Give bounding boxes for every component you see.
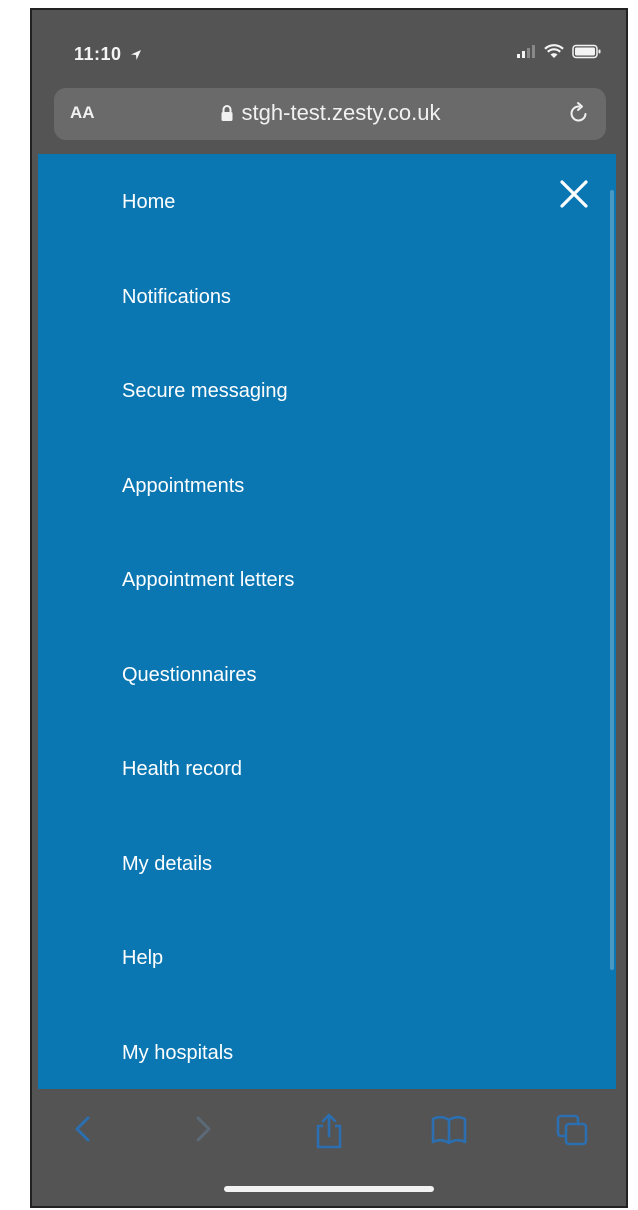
reload-icon[interactable] (566, 100, 592, 126)
status-time: 11:10 (74, 44, 142, 65)
menu-item-home[interactable]: Home (122, 182, 294, 277)
browser-toolbar (32, 1090, 626, 1206)
menu-list: Home Notifications Secure messaging Appo… (122, 182, 294, 1127)
location-arrow-icon (131, 50, 142, 61)
menu-item-secure-messaging[interactable]: Secure messaging (122, 371, 294, 466)
menu-item-notifications[interactable]: Notifications (122, 277, 294, 372)
wifi-icon (544, 44, 564, 58)
back-arrow-icon[interactable] (68, 1112, 98, 1146)
url-text: stgh-test.zesty.co.uk (241, 100, 441, 125)
status-bar: 11:10 (32, 10, 626, 90)
url-display[interactable]: stgh-test.zesty.co.uk (54, 100, 606, 126)
share-icon[interactable] (312, 1112, 346, 1150)
battery-icon (572, 44, 601, 59)
menu-item-appointment-letters[interactable]: Appointment letters (122, 560, 294, 655)
close-icon[interactable] (556, 176, 592, 212)
bookmarks-icon[interactable] (430, 1112, 468, 1146)
menu-item-my-details[interactable]: My details (122, 844, 294, 939)
menu-item-health-record[interactable]: Health record (122, 749, 294, 844)
status-time-text: 11:10 (74, 44, 122, 64)
home-indicator[interactable] (224, 1186, 434, 1192)
phone-screen: 11:10 AA stgh-test.zesty.co.uk Home Noti… (30, 8, 628, 1208)
tabs-icon[interactable] (554, 1112, 592, 1148)
menu-scrollbar[interactable] (610, 190, 614, 970)
menu-item-questionnaires[interactable]: Questionnaires (122, 655, 294, 750)
menu-item-help[interactable]: Help (122, 938, 294, 1033)
status-icons (516, 44, 602, 59)
signal-icon (517, 44, 535, 58)
forward-arrow-icon[interactable] (188, 1112, 218, 1146)
navigation-menu: Home Notifications Secure messaging Appo… (38, 154, 616, 1089)
menu-item-appointments[interactable]: Appointments (122, 466, 294, 561)
lock-icon (221, 105, 233, 121)
address-bar[interactable]: AA stgh-test.zesty.co.uk (54, 88, 606, 140)
